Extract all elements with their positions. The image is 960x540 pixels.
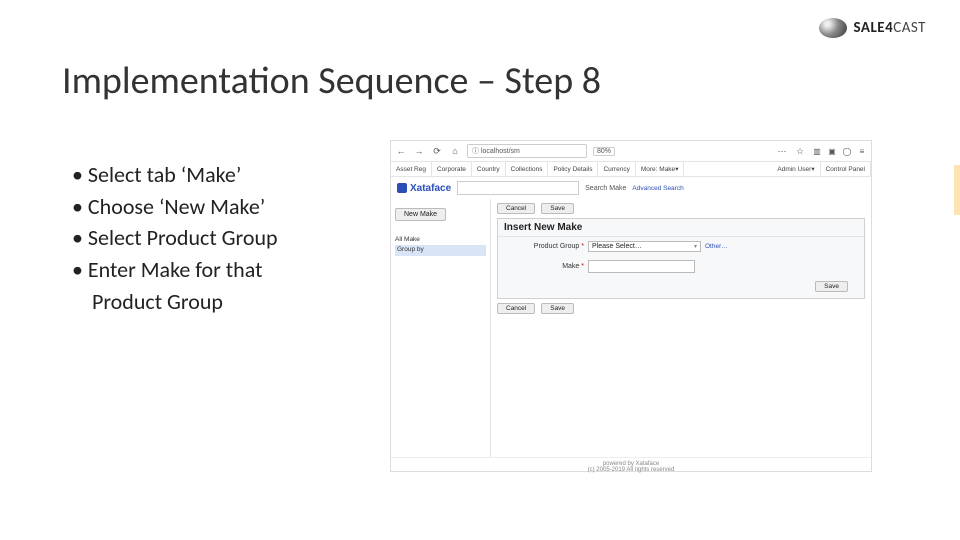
sidebar-item-all-make[interactable]: All Make bbox=[395, 235, 486, 245]
brand-icon bbox=[397, 183, 407, 193]
tab-policy[interactable]: Policy Details bbox=[548, 162, 598, 176]
star-icon[interactable]: ☆ bbox=[794, 145, 806, 157]
product-group-select[interactable]: Please Select…▾ bbox=[588, 241, 701, 252]
form-title: Insert New Make bbox=[498, 219, 864, 237]
make-input[interactable] bbox=[588, 260, 695, 273]
tab-collections[interactable]: Collections bbox=[506, 162, 549, 176]
browser-toolbar: ← → ⟳ ⌂ ⓘ localhost/sm 80% ⋯ ☆ ▥ ▣ ◯ ≡ bbox=[391, 141, 871, 162]
reader-icon[interactable]: ⋯ bbox=[776, 145, 788, 157]
control-panel-link[interactable]: Control Panel bbox=[821, 162, 871, 176]
account-icon[interactable]: ◯ bbox=[842, 146, 852, 156]
bullet-item-cont: Product Group bbox=[72, 287, 372, 317]
product-group-label: Product Group * bbox=[504, 243, 584, 250]
reload-icon[interactable]: ⟳ bbox=[431, 145, 443, 157]
sidebar-icon[interactable]: ▣ bbox=[827, 146, 837, 156]
sidebar-item-groupby[interactable]: Group by bbox=[395, 245, 486, 255]
logo-text: SALE4CAST bbox=[853, 19, 926, 37]
app-footer: powered by Xataface (c) 2005-2019 All ri… bbox=[391, 457, 871, 481]
main-panel: Cancel Save Insert New Make Product Grou… bbox=[491, 199, 871, 457]
search-label: Search Make bbox=[585, 185, 626, 192]
back-icon[interactable]: ← bbox=[395, 145, 407, 157]
home-icon[interactable]: ⌂ bbox=[449, 145, 461, 157]
zoom-level[interactable]: 80% bbox=[593, 147, 615, 156]
make-label: Make * bbox=[504, 263, 584, 270]
bullet-item: • Select tab ‘Make’ bbox=[72, 160, 372, 190]
cancel-button-top[interactable]: Cancel bbox=[497, 203, 535, 214]
logo-orb-icon bbox=[819, 18, 847, 38]
save-button-bottom[interactable]: Save bbox=[541, 303, 574, 314]
save-button-form[interactable]: Save bbox=[815, 281, 848, 292]
tab-country[interactable]: Country bbox=[472, 162, 506, 176]
hamburger-icon[interactable]: ≡ bbox=[857, 146, 867, 156]
chevron-down-icon: ▾ bbox=[694, 243, 697, 250]
bullet-item: • Select Product Group bbox=[72, 223, 372, 253]
bullet-item: • Enter Make for that bbox=[72, 255, 372, 285]
search-input[interactable] bbox=[457, 181, 579, 195]
insert-make-form: Insert New Make Product Group * Please S… bbox=[497, 218, 865, 299]
right-edge-strip bbox=[954, 145, 960, 425]
bullet-list: • Select tab ‘Make’ • Choose ‘New Make’ … bbox=[72, 160, 372, 318]
browser-screenshot: ← → ⟳ ⌂ ⓘ localhost/sm 80% ⋯ ☆ ▥ ▣ ◯ ≡ A… bbox=[390, 140, 872, 472]
url-bar[interactable]: ⓘ localhost/sm bbox=[467, 144, 587, 158]
app-top-tabs: Asset Reg Corporate Country Collections … bbox=[391, 162, 871, 177]
tab-make[interactable]: More: Make ▾ bbox=[636, 162, 685, 176]
save-button-top[interactable]: Save bbox=[541, 203, 574, 214]
tab-corporate[interactable]: Corporate bbox=[432, 162, 472, 176]
page-title: Implementation Sequence – Step 8 bbox=[62, 58, 601, 104]
tab-assetreg[interactable]: Asset Reg bbox=[391, 162, 432, 176]
brand-logo: SALE4CAST bbox=[819, 18, 926, 38]
app-header: Xataface Search Make Advanced Search bbox=[391, 177, 871, 199]
advanced-search-link[interactable]: Advanced Search bbox=[632, 185, 683, 192]
cancel-button-bottom[interactable]: Cancel bbox=[497, 303, 535, 314]
bullet-item: • Choose ‘New Make’ bbox=[72, 192, 372, 222]
tab-currency[interactable]: Currency bbox=[598, 162, 635, 176]
user-menu[interactable]: Admin User ▾ bbox=[772, 162, 820, 176]
forward-icon[interactable]: → bbox=[413, 145, 425, 157]
app-brand: Xataface bbox=[397, 183, 451, 194]
new-make-button[interactable]: New Make bbox=[395, 208, 446, 221]
product-group-other-link[interactable]: Other… bbox=[705, 243, 728, 250]
library-icon[interactable]: ▥ bbox=[812, 146, 822, 156]
left-panel: New Make All Make Group by bbox=[391, 199, 491, 457]
